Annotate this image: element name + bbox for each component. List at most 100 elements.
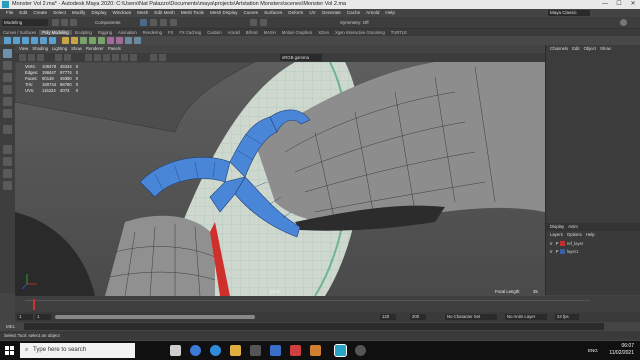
mirror-icon[interactable] (134, 37, 141, 44)
menu-item[interactable]: Arnold (366, 10, 379, 15)
menu-item[interactable]: Curves (244, 10, 259, 15)
bevel-icon[interactable] (98, 37, 105, 44)
last-tool-icon[interactable] (3, 125, 12, 134)
lasso-tool-icon[interactable] (3, 61, 12, 70)
textured-icon[interactable] (112, 54, 119, 61)
select-tool-icon[interactable] (3, 49, 12, 58)
symmetry-label[interactable]: Symmetry: Off (340, 19, 369, 26)
menu-item[interactable]: Generate (322, 10, 341, 15)
shelf-tab[interactable]: Arnold (225, 30, 243, 35)
layer-color-swatch[interactable] (560, 249, 565, 255)
paint-select-tool-icon[interactable] (3, 73, 12, 82)
shadows-icon[interactable] (130, 54, 137, 61)
rotate-tool-icon[interactable] (3, 97, 12, 106)
maximize-button[interactable]: ☐ (612, 0, 626, 9)
start-time-field[interactable]: 1 (17, 314, 33, 320)
outliner-layout-icon[interactable] (3, 169, 12, 178)
command-input[interactable] (24, 323, 604, 330)
taskbar-search[interactable]: ⌕ Type here to search (20, 343, 135, 358)
wireframe-on-shaded-icon[interactable] (103, 54, 110, 61)
multicut-icon[interactable] (107, 37, 114, 44)
shelf-tab[interactable]: XGen (315, 30, 332, 35)
anim-layer-selector[interactable]: No Anim Layer (505, 314, 547, 320)
menu-item[interactable]: Cache (347, 10, 360, 15)
menu-item[interactable]: Display (91, 10, 106, 15)
language-indicator[interactable]: ENG (588, 348, 598, 353)
poly-cylinder-icon[interactable] (22, 37, 29, 44)
combine-icon[interactable] (62, 37, 69, 44)
separate-icon[interactable] (71, 37, 78, 44)
layer-row[interactable]: V Pref_layer (548, 240, 639, 247)
graph-layout-icon[interactable] (3, 181, 12, 190)
shelf-tab[interactable]: Bifrost (243, 30, 261, 35)
shelf-tab[interactable]: MASH (261, 30, 279, 35)
shelf-tab[interactable]: FX Caching (176, 30, 204, 35)
shelf-tab[interactable]: Animation (115, 30, 140, 35)
user-avatar-icon[interactable] (620, 19, 627, 26)
channel-box-menu-item[interactable]: Show (600, 46, 611, 51)
save-scene-icon[interactable] (70, 19, 77, 26)
shelf-tab[interactable]: Xgen Interactive Grooming (332, 30, 388, 35)
bookmark-icon[interactable] (37, 54, 44, 61)
panel-menu-item[interactable]: Lighting (52, 46, 67, 51)
wireframe-icon[interactable] (85, 54, 92, 61)
render-icon[interactable] (250, 19, 257, 26)
menu-item[interactable]: Deform (288, 10, 303, 15)
menu-item[interactable]: Surfaces (264, 10, 282, 15)
fps-selector[interactable]: 24 fps (555, 314, 579, 320)
xray-icon[interactable] (150, 54, 157, 61)
ipr-render-icon[interactable] (260, 19, 267, 26)
poly-cube-icon[interactable] (13, 37, 20, 44)
workspace-selector[interactable]: Maya Classic (548, 10, 590, 16)
photoshop-icon[interactable] (270, 345, 281, 356)
smooth-icon[interactable] (125, 37, 132, 44)
menu-item[interactable]: Windows (113, 10, 132, 15)
menu-item[interactable]: Modify (72, 10, 86, 15)
snap-point-icon[interactable] (170, 19, 177, 26)
mel-label[interactable]: MEL (6, 324, 15, 329)
select-by-component-icon[interactable] (140, 19, 147, 26)
shelf-tab[interactable]: Custom (204, 30, 224, 35)
windows-start-icon[interactable] (5, 346, 14, 355)
isolate-select-icon[interactable] (159, 54, 166, 61)
open-scene-icon[interactable] (61, 19, 68, 26)
extrude-icon[interactable] (80, 37, 87, 44)
single-perspective-layout-icon[interactable] (3, 145, 12, 154)
poly-torus-icon[interactable] (40, 37, 47, 44)
menu-set-selector[interactable]: Modeling (2, 19, 48, 26)
range-end-field[interactable]: 120 (380, 314, 396, 320)
layer-tab[interactable]: Display (550, 224, 564, 229)
poly-cone-icon[interactable] (31, 37, 38, 44)
shelf-tab[interactable]: Rigging (95, 30, 115, 35)
menu-item[interactable]: Help (385, 10, 394, 15)
snap-curve-icon[interactable] (160, 19, 167, 26)
shelf-tab[interactable]: FX (165, 30, 176, 35)
menu-item[interactable]: Select (53, 10, 66, 15)
character-set-selector[interactable]: No Character Set (445, 314, 497, 320)
end-time-field[interactable]: 200 (410, 314, 426, 320)
poly-sphere-icon[interactable] (4, 37, 11, 44)
layer-color-swatch[interactable] (560, 241, 565, 247)
layer-menu-item[interactable]: Options (567, 232, 582, 237)
shelf-tab[interactable]: Curves / Surfaces (0, 30, 39, 35)
minimize-button[interactable]: — (598, 0, 612, 9)
task-view-icon[interactable] (170, 345, 181, 356)
panel-menu-item[interactable]: Show (71, 46, 82, 51)
store-icon[interactable] (250, 345, 261, 356)
shelf-tab[interactable]: Rendering (140, 30, 165, 35)
colorspace-selector[interactable]: sRGB gamma (280, 54, 322, 61)
grid-toggle-icon[interactable] (55, 54, 62, 61)
four-view-layout-icon[interactable] (3, 157, 12, 166)
camera-select-icon[interactable] (19, 54, 26, 61)
panel-menu-item[interactable]: View (19, 46, 28, 51)
move-tool-icon[interactable] (3, 85, 12, 94)
shelf-tab[interactable]: TURTLE (388, 30, 410, 35)
scale-tool-icon[interactable] (3, 109, 12, 118)
app-icon-2[interactable] (310, 345, 321, 356)
file-explorer-icon[interactable] (230, 345, 241, 356)
channel-box-menu-item[interactable]: Edit (572, 46, 579, 51)
edge-icon[interactable] (210, 345, 221, 356)
maya-taskbar-icon[interactable] (334, 344, 347, 357)
channel-box-menu-item[interactable]: Channels (550, 46, 568, 51)
playhead[interactable] (33, 299, 35, 310)
